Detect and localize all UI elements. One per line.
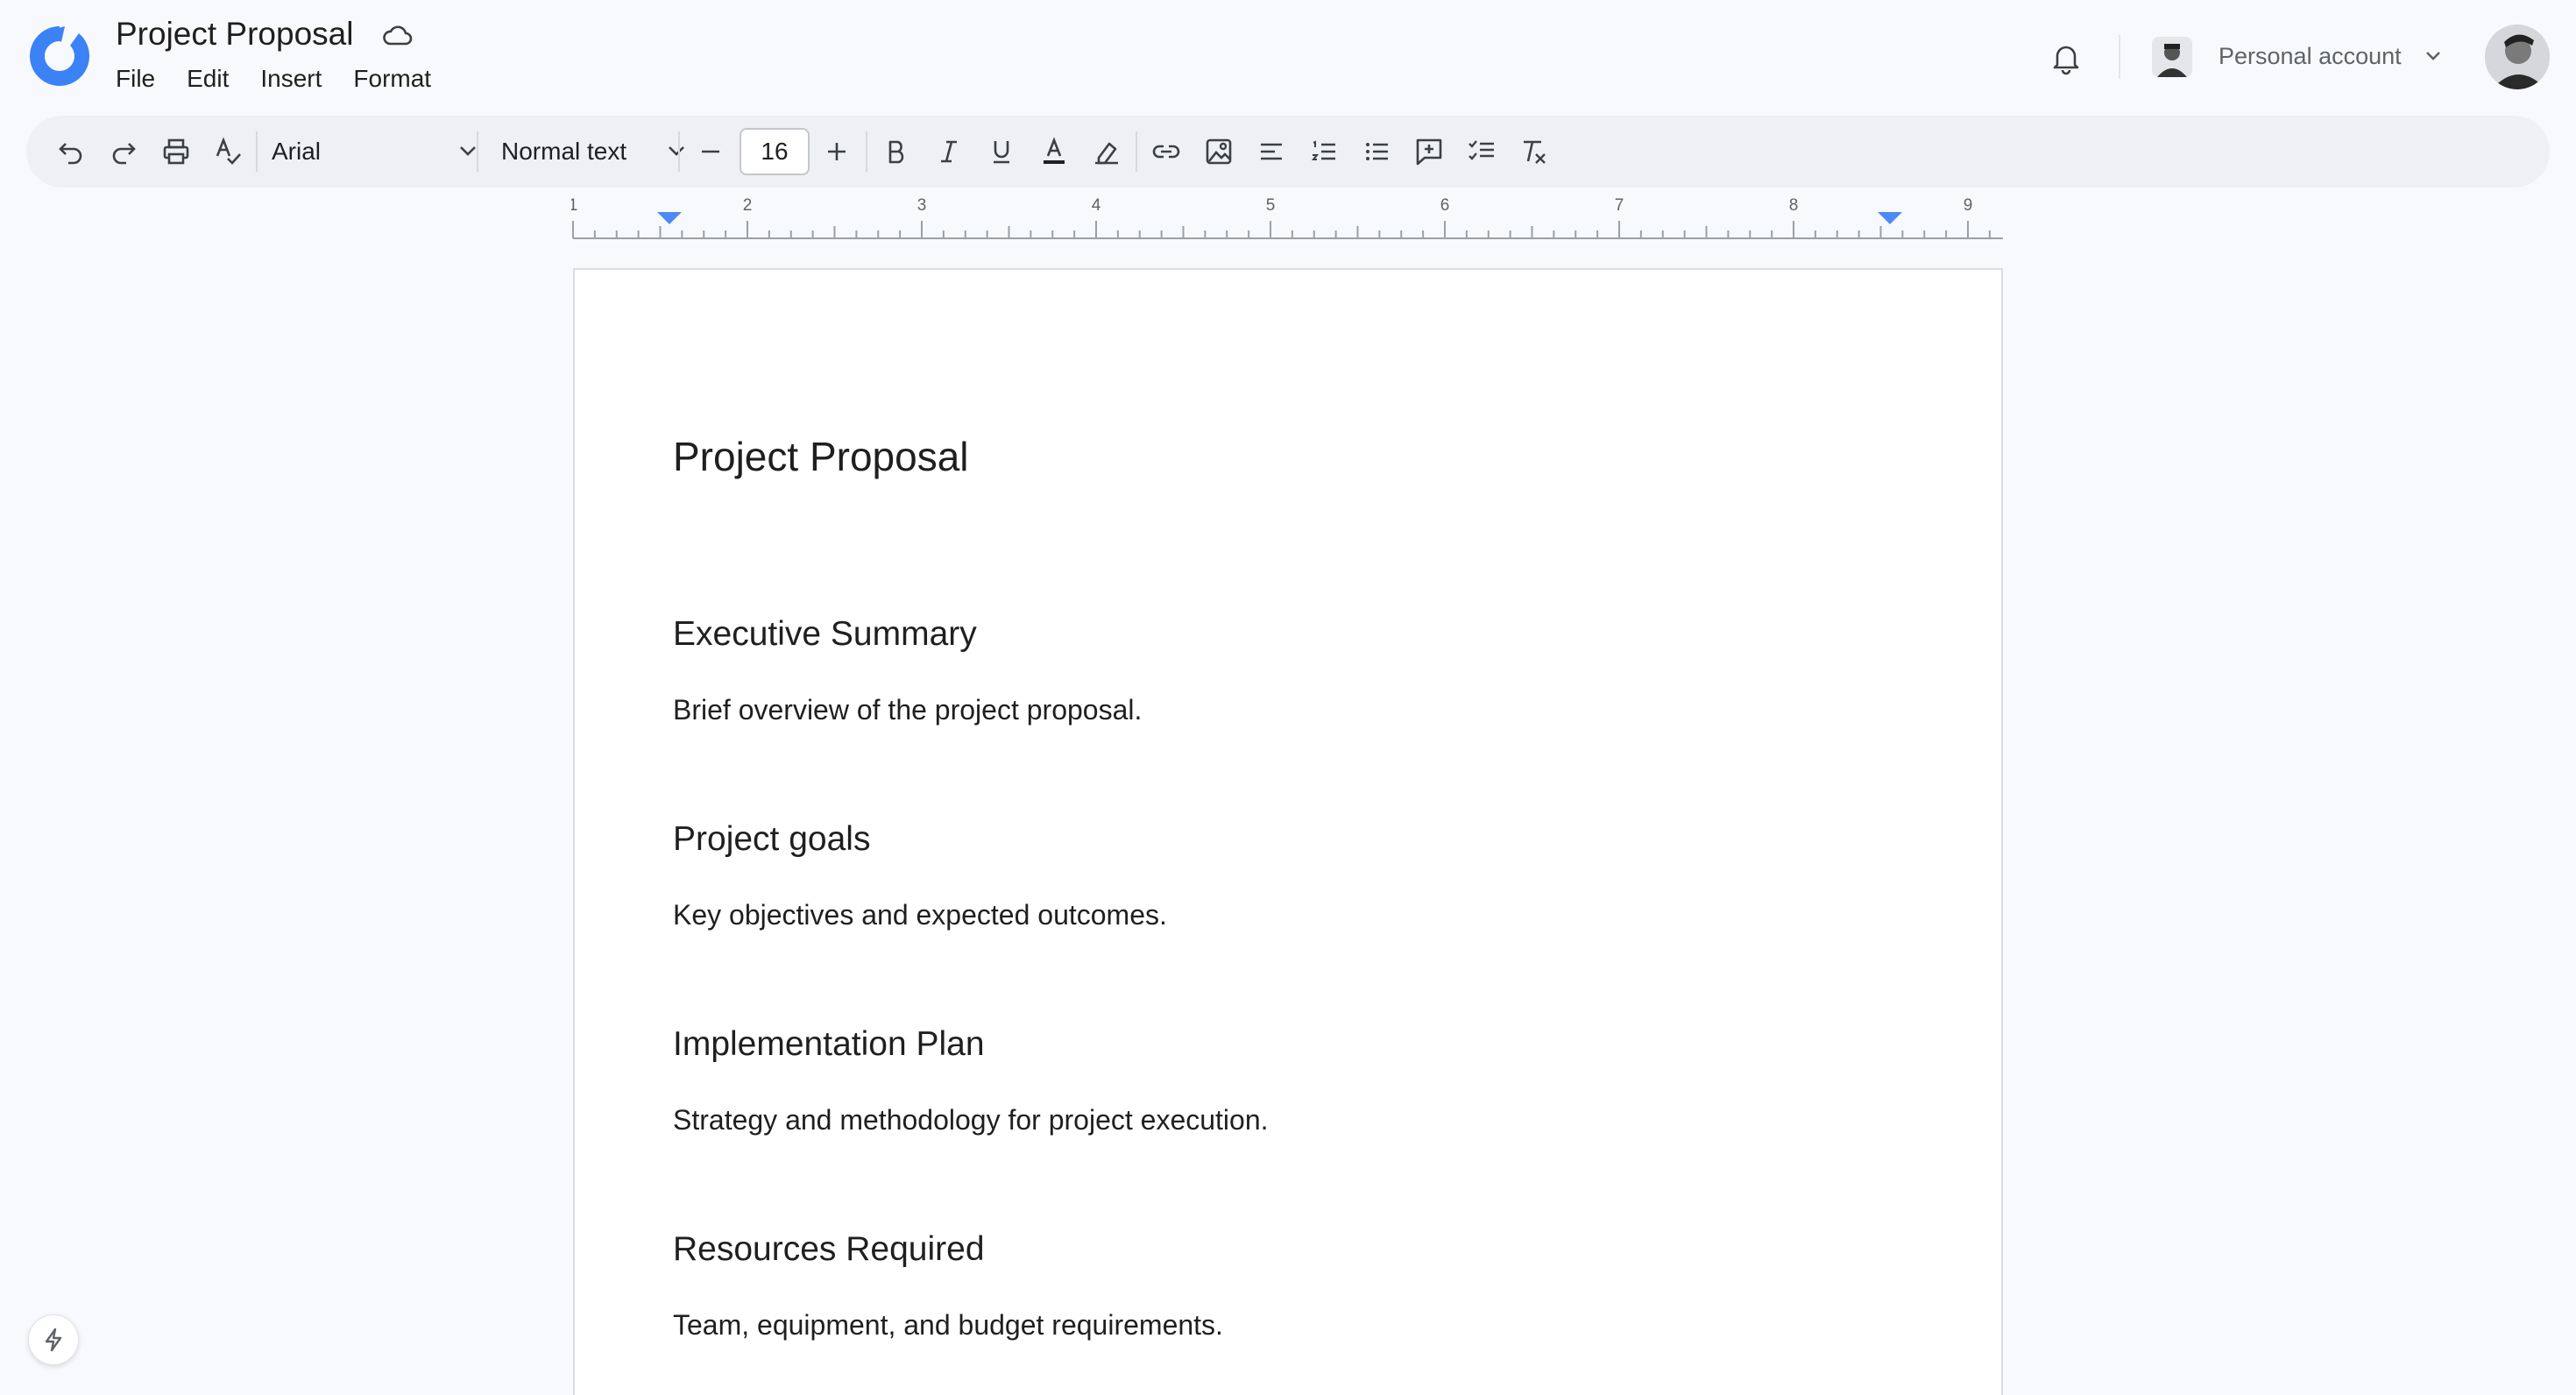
italic-icon[interactable]	[931, 133, 967, 170]
toolbar-divider	[256, 131, 258, 172]
redo-icon[interactable]	[105, 133, 142, 170]
font-size-input[interactable]: 16	[740, 128, 810, 175]
menu-bar: File Edit Insert Format	[116, 65, 431, 93]
account-avatar[interactable]	[2152, 37, 2192, 77]
cloud-saved-icon[interactable]	[382, 23, 414, 47]
text-style-dropdown[interactable]: Normal text	[489, 128, 696, 175]
spellcheck-icon[interactable]	[210, 133, 247, 170]
document-title[interactable]: Project Proposal	[116, 16, 353, 53]
notification-bell-icon[interactable]	[2050, 40, 2082, 75]
undo-icon[interactable]	[53, 133, 89, 170]
highlight-icon[interactable]	[1088, 133, 1125, 170]
text-style-value: Normal text	[501, 138, 627, 165]
ruler-number: 8	[1789, 198, 1799, 215]
align-left-icon[interactable]	[1253, 133, 1290, 170]
lightning-icon	[45, 1328, 62, 1352]
ruler-number: 6	[1440, 198, 1450, 215]
document-heading[interactable]: Project Proposal	[673, 433, 1900, 480]
print-icon[interactable]	[158, 133, 195, 170]
clear-formatting-icon[interactable]	[1516, 133, 1553, 170]
menu-file[interactable]: File	[116, 65, 155, 93]
section-body[interactable]: Key objectives and expected outcomes.	[673, 899, 1900, 931]
underline-icon[interactable]	[983, 133, 1020, 170]
section-body[interactable]: Team, equipment, and budget requirements…	[673, 1309, 1900, 1341]
increase-font-size-button[interactable]	[818, 133, 855, 170]
left-indent-marker[interactable]	[657, 212, 682, 224]
section-heading[interactable]: Implementation Plan	[673, 1025, 1900, 1063]
ruler-number: 1	[571, 198, 577, 215]
app-logo-icon[interactable]	[26, 23, 93, 89]
section-heading[interactable]: Executive Summary	[673, 615, 1900, 653]
ruler-number: 5	[1266, 198, 1276, 215]
toolbar-divider	[866, 131, 867, 172]
ruler-number: 4	[1092, 198, 1101, 215]
formatting-toolbar: Arial Normal text 16	[26, 116, 2550, 188]
document-body[interactable]: Project Proposal Executive Summary Brief…	[673, 433, 1900, 1395]
numbered-list-icon[interactable]	[1306, 133, 1342, 170]
font-family-dropdown[interactable]: Arial	[272, 128, 482, 175]
section-heading[interactable]: Project goals	[673, 820, 1900, 858]
section-body[interactable]: Brief overview of the project proposal.	[673, 694, 1900, 726]
chevron-down-icon[interactable]	[2424, 49, 2443, 63]
app-header: Project Proposal File Edit Insert Format…	[0, 0, 2576, 114]
chevron-down-icon	[669, 146, 684, 156]
image-icon[interactable]	[1200, 133, 1237, 170]
user-avatar[interactable]	[2485, 25, 2550, 89]
ruler-number: 7	[1615, 198, 1624, 215]
ruler-number: 2	[743, 198, 753, 215]
section-body[interactable]: Strategy and methodology for project exe…	[673, 1104, 1900, 1136]
checklist-icon[interactable]	[1463, 133, 1500, 170]
toolbar-divider	[477, 131, 478, 172]
ruler-number: 9	[1964, 198, 1973, 215]
toolbar-divider	[1136, 131, 1137, 172]
add-comment-icon[interactable]	[1411, 133, 1447, 170]
menu-insert[interactable]: Insert	[260, 65, 322, 93]
header-divider	[2119, 35, 2120, 79]
menu-edit[interactable]: Edit	[187, 65, 229, 93]
chevron-down-icon	[460, 146, 476, 156]
section-heading[interactable]: Resources Required	[673, 1230, 1900, 1268]
account-switcher-label[interactable]: Personal account	[2219, 43, 2402, 70]
toolbar-divider	[678, 131, 680, 172]
bold-icon[interactable]	[878, 133, 915, 170]
bulleted-list-icon[interactable]	[1358, 133, 1395, 170]
ruler-number: 3	[917, 198, 927, 215]
text-color-icon[interactable]	[1036, 133, 1072, 170]
horizontal-ruler[interactable]: 1 2 3 4 5 6 7 8 9	[571, 198, 2005, 242]
document-page[interactable]: Project Proposal Executive Summary Brief…	[573, 268, 2003, 1395]
right-indent-marker[interactable]	[1878, 212, 1902, 224]
link-icon[interactable]	[1148, 133, 1185, 170]
decrease-font-size-button[interactable]	[692, 133, 729, 170]
menu-format[interactable]: Format	[353, 65, 431, 93]
assistant-button[interactable]	[28, 1314, 79, 1365]
font-family-value: Arial	[272, 138, 322, 165]
